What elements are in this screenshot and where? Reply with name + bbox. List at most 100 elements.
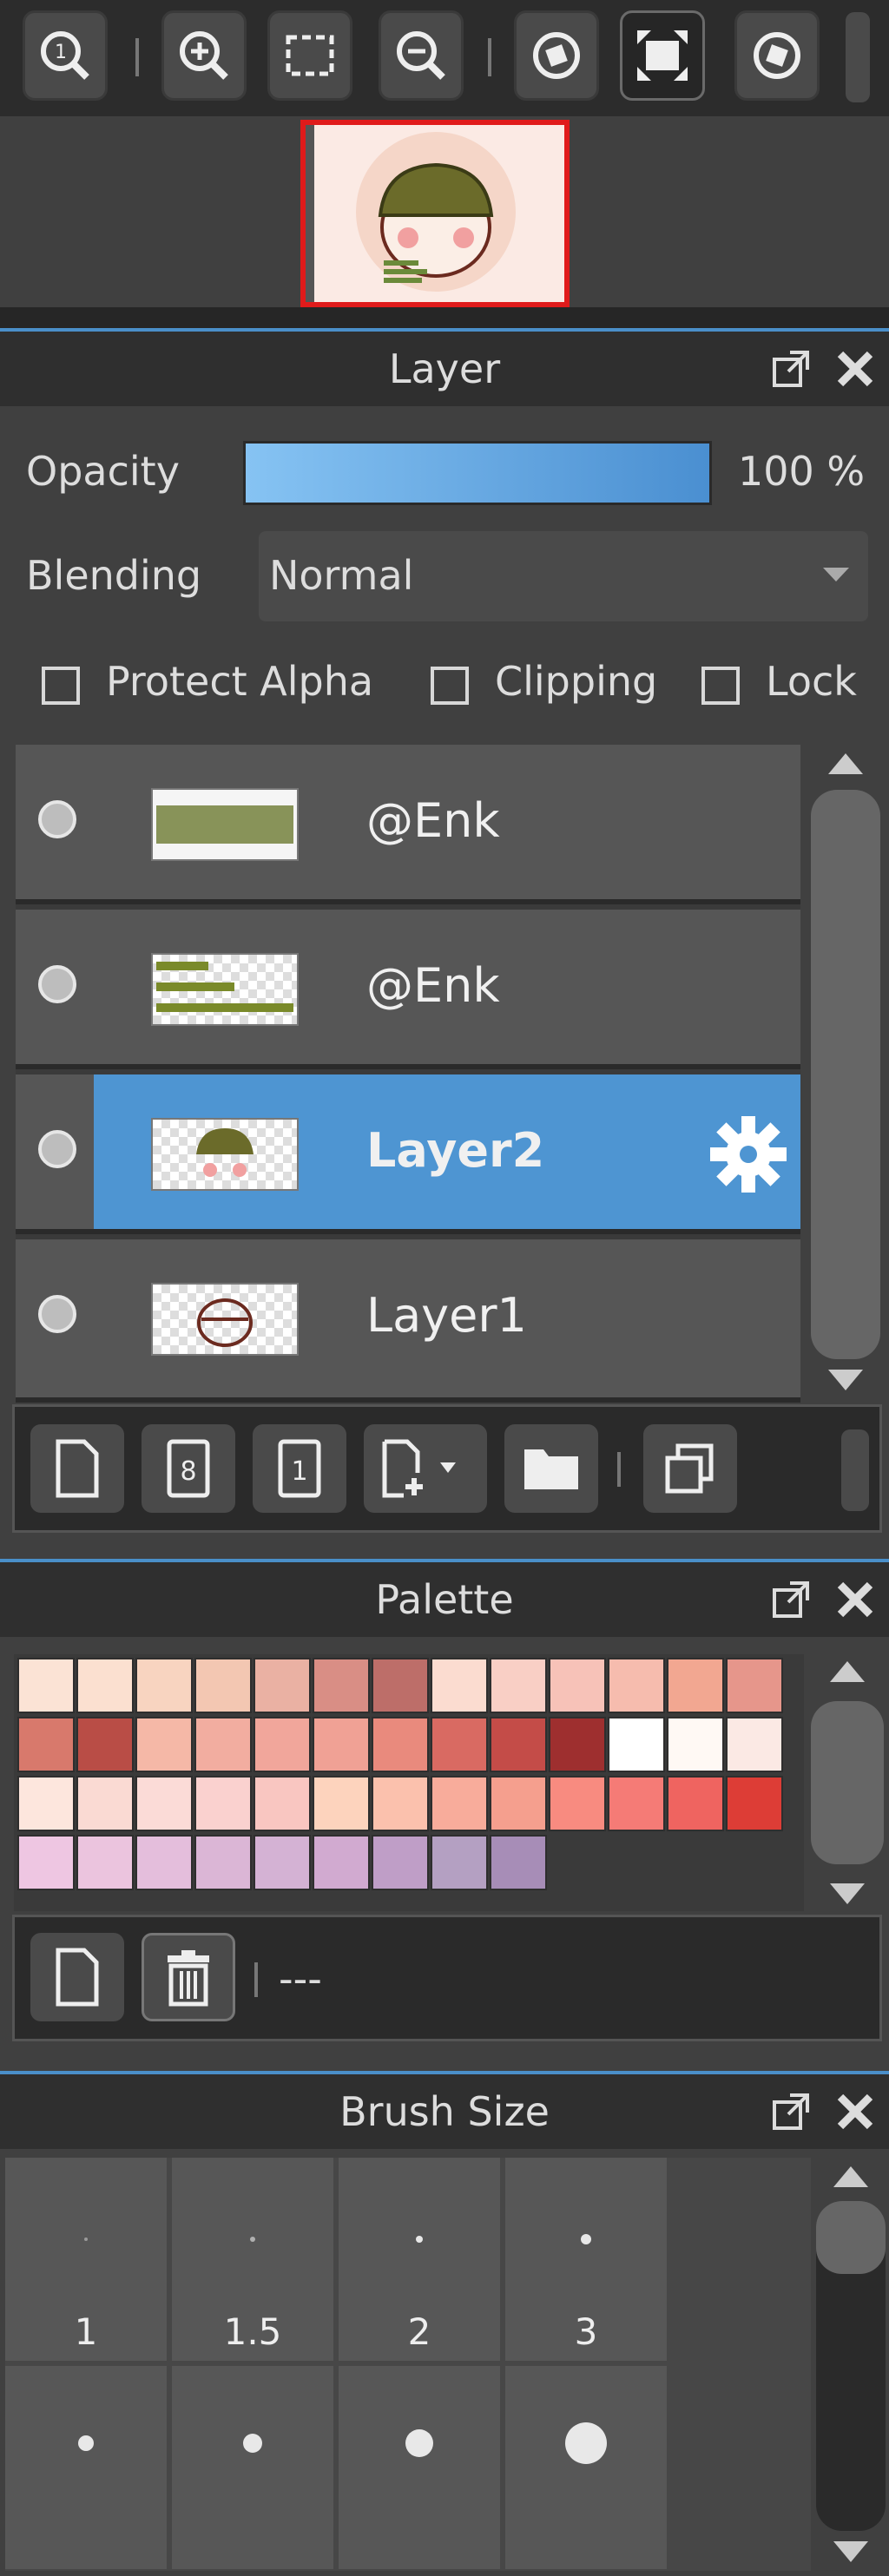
- undock-icon[interactable]: [769, 347, 813, 391]
- color-swatch[interactable]: [549, 1717, 606, 1772]
- brush-size-scrollbar[interactable]: [811, 2158, 889, 2571]
- visibility-toggle[interactable]: [38, 1130, 76, 1168]
- color-swatch[interactable]: [667, 1776, 724, 1831]
- color-swatch[interactable]: [135, 1658, 193, 1713]
- brush-size-cell[interactable]: [172, 2366, 333, 2569]
- brush-size-cell[interactable]: 2: [339, 2158, 500, 2361]
- color-swatch[interactable]: [726, 1717, 783, 1772]
- fullscreen-button[interactable]: [620, 10, 705, 101]
- scroll-up-icon[interactable]: [828, 1658, 866, 1684]
- color-swatch[interactable]: [135, 1835, 193, 1890]
- layer-settings-gear-icon[interactable]: [708, 1114, 788, 1194]
- brush-scroll-thumb[interactable]: [816, 2201, 886, 2274]
- rotate-left-button[interactable]: [514, 10, 599, 101]
- close-icon[interactable]: [833, 2090, 877, 2133]
- blending-select[interactable]: Normal: [259, 531, 868, 621]
- color-swatch[interactable]: [194, 1776, 252, 1831]
- layer-row[interactable]: @Enk: [16, 745, 800, 904]
- color-swatch[interactable]: [313, 1717, 370, 1772]
- color-swatch[interactable]: [667, 1658, 724, 1713]
- color-swatch[interactable]: [490, 1717, 547, 1772]
- color-swatch[interactable]: [667, 1717, 724, 1772]
- color-swatch[interactable]: [76, 1835, 134, 1890]
- color-swatch[interactable]: [194, 1717, 252, 1772]
- zoom-in-button[interactable]: [161, 10, 247, 101]
- zoom-actual-size-button[interactable]: 1: [23, 10, 108, 101]
- undock-icon[interactable]: [769, 1578, 813, 1621]
- rotate-right-button[interactable]: [734, 10, 820, 101]
- fit-screen-button[interactable]: [267, 10, 352, 101]
- color-swatch[interactable]: [608, 1717, 665, 1772]
- duplicate-layer-button[interactable]: [643, 1424, 737, 1513]
- color-swatch[interactable]: [254, 1776, 311, 1831]
- delete-palette-button[interactable]: [142, 1933, 235, 2021]
- new-layer-button[interactable]: [30, 1424, 124, 1513]
- color-swatch[interactable]: [76, 1658, 134, 1713]
- brush-size-cell[interactable]: 1: [5, 2158, 167, 2361]
- visibility-toggle[interactable]: [38, 965, 76, 1003]
- scroll-down-icon[interactable]: [826, 1368, 865, 1394]
- color-swatch[interactable]: [490, 1835, 547, 1890]
- color-swatch[interactable]: [726, 1776, 783, 1831]
- color-swatch[interactable]: [549, 1776, 606, 1831]
- color-swatch[interactable]: [313, 1776, 370, 1831]
- opacity-slider[interactable]: [243, 441, 712, 505]
- close-icon[interactable]: [833, 1578, 877, 1621]
- new-folder-button[interactable]: [504, 1424, 598, 1513]
- layer-row-selected[interactable]: Layer2: [16, 1074, 800, 1234]
- color-swatch[interactable]: [135, 1717, 193, 1772]
- color-swatch[interactable]: [313, 1835, 370, 1890]
- color-swatch[interactable]: [76, 1717, 134, 1772]
- visibility-toggle[interactable]: [38, 800, 76, 838]
- color-swatch[interactable]: [313, 1658, 370, 1713]
- scroll-down-icon[interactable]: [828, 1882, 866, 1908]
- color-swatch[interactable]: [254, 1835, 311, 1890]
- palette-scroll-thumb[interactable]: [811, 1701, 884, 1864]
- color-swatch[interactable]: [135, 1776, 193, 1831]
- navigator-viewport-frame[interactable]: [300, 120, 570, 307]
- brush-size-cell[interactable]: [339, 2366, 500, 2569]
- scroll-up-icon[interactable]: [826, 750, 865, 776]
- new-palette-button[interactable]: [30, 1933, 124, 2021]
- new-1bit-layer-button[interactable]: 1: [253, 1424, 346, 1513]
- clipping-checkbox[interactable]: [431, 667, 469, 705]
- color-swatch[interactable]: [490, 1776, 547, 1831]
- visibility-toggle[interactable]: [38, 1295, 76, 1333]
- brush-size-cell[interactable]: 1.5: [172, 2158, 333, 2361]
- scroll-down-icon[interactable]: [832, 2540, 870, 2566]
- palette-scrollbar[interactable]: [804, 1654, 889, 1911]
- undock-icon[interactable]: [769, 2090, 813, 2133]
- color-swatch[interactable]: [372, 1717, 429, 1772]
- add-layer-menu-button[interactable]: [364, 1424, 487, 1513]
- layer-row[interactable]: Layer1: [16, 1239, 800, 1403]
- color-swatch[interactable]: [17, 1658, 75, 1713]
- color-swatch[interactable]: [372, 1658, 429, 1713]
- color-swatch[interactable]: [194, 1658, 252, 1713]
- protect-alpha-checkbox[interactable]: [42, 667, 80, 705]
- new-8bit-layer-button[interactable]: 8: [142, 1424, 235, 1513]
- color-swatch[interactable]: [76, 1776, 134, 1831]
- color-swatch[interactable]: [372, 1835, 429, 1890]
- color-swatch[interactable]: [254, 1658, 311, 1713]
- close-icon[interactable]: [833, 347, 877, 391]
- footer-scroll-handle[interactable]: [841, 1429, 869, 1511]
- color-swatch[interactable]: [17, 1835, 75, 1890]
- color-swatch[interactable]: [372, 1776, 429, 1831]
- color-swatch[interactable]: [726, 1658, 783, 1713]
- color-swatch[interactable]: [431, 1658, 488, 1713]
- color-swatch[interactable]: [549, 1658, 606, 1713]
- color-swatch[interactable]: [490, 1658, 547, 1713]
- brush-size-cell[interactable]: [5, 2366, 167, 2569]
- layer-list-scrollbar[interactable]: [802, 745, 889, 1404]
- zoom-out-button[interactable]: [379, 10, 464, 101]
- color-swatch[interactable]: [431, 1776, 488, 1831]
- color-swatch[interactable]: [431, 1717, 488, 1772]
- color-swatch[interactable]: [194, 1835, 252, 1890]
- lock-checkbox[interactable]: [701, 667, 740, 705]
- scroll-up-icon[interactable]: [832, 2163, 870, 2189]
- color-swatch[interactable]: [608, 1776, 665, 1831]
- color-swatch[interactable]: [17, 1717, 75, 1772]
- color-swatch[interactable]: [431, 1835, 488, 1890]
- color-swatch[interactable]: [254, 1717, 311, 1772]
- layer-scroll-thumb[interactable]: [811, 790, 880, 1359]
